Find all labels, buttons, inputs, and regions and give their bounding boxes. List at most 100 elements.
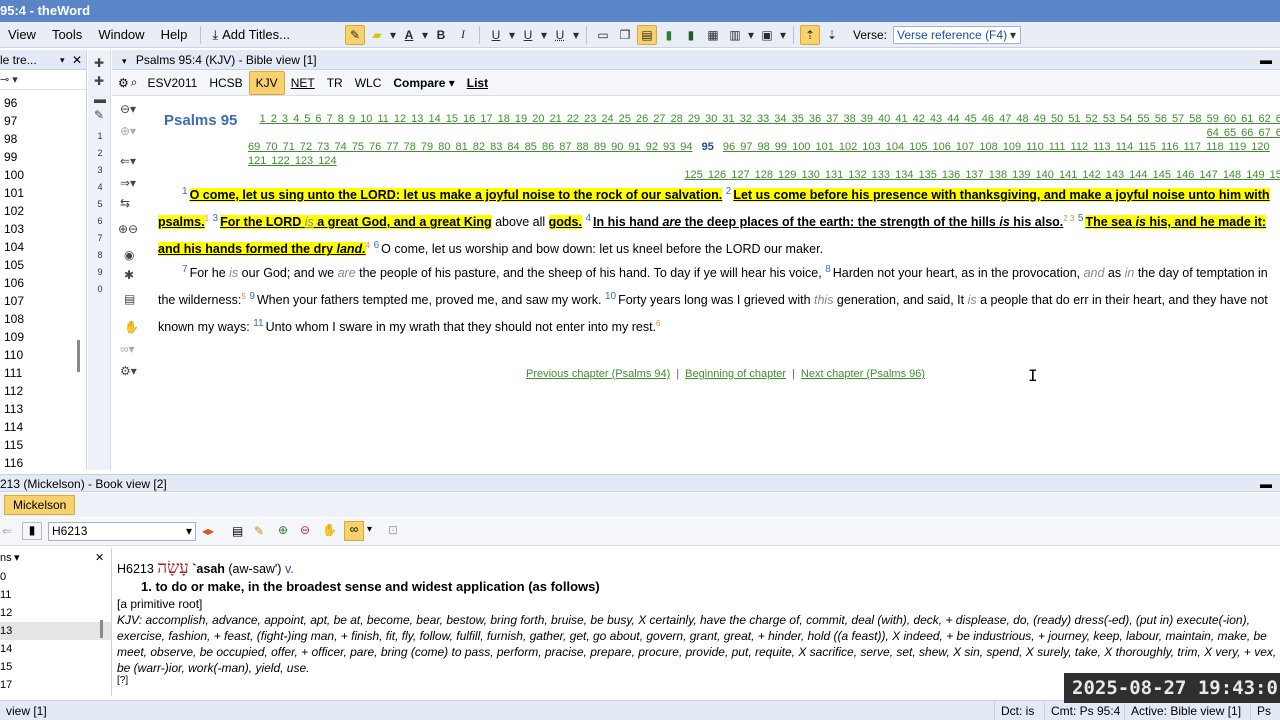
lock-icon[interactable]: ⊡: [388, 523, 398, 537]
verse-number[interactable]: 9: [249, 291, 255, 302]
list-item[interactable]: 17: [0, 676, 111, 694]
next-verse-icon[interactable]: ⇒▾: [120, 176, 136, 190]
asterisk-icon[interactable]: ✱: [124, 268, 134, 282]
tab-compare[interactable]: Compare ▾: [387, 72, 460, 94]
list-item[interactable]: 114: [0, 418, 80, 436]
tab-list[interactable]: List: [461, 72, 494, 94]
verse-reference-select[interactable]: Verse reference (F4): [893, 25, 1022, 44]
back-icon[interactable]: ⇐: [2, 524, 12, 538]
list-item[interactable]: 11: [0, 586, 111, 604]
close-icon[interactable]: ✕: [72, 50, 86, 69]
prev-verse-icon[interactable]: ⇐▾: [120, 154, 136, 168]
menu-tools[interactable]: Tools: [44, 22, 90, 48]
highlighter-icon[interactable]: ▰: [367, 25, 387, 45]
list-item[interactable]: 103: [0, 220, 80, 238]
list-item[interactable]: 99: [0, 148, 80, 166]
tab-net[interactable]: NET: [285, 72, 321, 94]
menu-help[interactable]: Help: [153, 22, 196, 48]
tab-mickelson[interactable]: Mickelson: [4, 495, 76, 515]
list-item[interactable]: 15: [0, 658, 111, 676]
list-item[interactable]: 115: [0, 436, 80, 454]
verse-number[interactable]: 10: [605, 291, 616, 302]
minimize-icon[interactable]: ▾: [60, 50, 72, 69]
verse-number[interactable]: 11: [253, 318, 263, 329]
beginning-of-chapter-link[interactable]: Beginning of chapter: [685, 368, 786, 380]
verse-number[interactable]: 2: [726, 186, 732, 197]
calendar-icon[interactable]: ▦: [703, 25, 723, 45]
verse-number[interactable]: 1: [182, 186, 188, 197]
zoom-in-icon[interactable]: ⊕⊖: [118, 222, 138, 236]
eye-icon[interactable]: ◉: [124, 248, 134, 262]
copy-icon[interactable]: ❐: [615, 25, 635, 45]
list-item[interactable]: 14: [0, 640, 111, 658]
italic-icon[interactable]: I: [453, 25, 473, 45]
list-item[interactable]: 111: [0, 364, 80, 382]
chapter-row-1[interactable]: 1 2 3 4 5 6 7 8 9 10 11 12 13 14 15 16 1…: [248, 112, 1280, 140]
next-chapter-link[interactable]: Next chapter (Psalms 96): [801, 368, 925, 380]
add-titles-button[interactable]: ⤓ Add Titles...: [206, 27, 296, 43]
footnote-marker[interactable]: 2 3: [1063, 214, 1074, 223]
sync-up-icon[interactable]: ⇡: [799, 24, 820, 45]
edit-icon[interactable]: ✎: [254, 524, 264, 538]
prev-next-icon[interactable]: ◂▸: [202, 524, 214, 538]
chevron-down-icon[interactable]: ▾: [421, 25, 429, 45]
notes-icon[interactable]: ▤: [636, 24, 657, 45]
verse-number[interactable]: 3: [213, 213, 219, 224]
brush-icon[interactable]: ✎: [344, 24, 365, 45]
sync-down-icon[interactable]: ⇣: [822, 25, 842, 45]
chevron-down-icon[interactable]: ▾: [508, 25, 516, 45]
settings-icon[interactable]: ⚙▾: [120, 364, 137, 378]
footnote-marker[interactable]: 6: [656, 319, 660, 328]
scrollbar-thumb[interactable]: [100, 620, 103, 638]
chevron-down-icon[interactable]: ▾: [779, 25, 787, 45]
list-item[interactable]: 104: [0, 238, 80, 256]
font-color-icon[interactable]: A: [399, 25, 419, 45]
pencil-icon[interactable]: ✎: [94, 108, 104, 122]
bible-text-area[interactable]: Psalms 95 1 2 3 4 5 6 7 8 9 10 11 12 13 …: [152, 96, 1280, 470]
left-panel-subheader[interactable]: ⊸ ▾: [0, 70, 86, 90]
list-item[interactable]: 108: [0, 310, 80, 328]
list-item[interactable]: 12: [0, 604, 111, 622]
minus-icon[interactable]: ▬: [94, 92, 106, 106]
verse-number[interactable]: 7: [182, 264, 188, 275]
menu-view[interactable]: View: [0, 22, 44, 48]
footnote-marker[interactable]: 4: [366, 241, 370, 250]
tab-wlc[interactable]: WLC: [349, 72, 388, 94]
sync-icon[interactable]: ⇆: [120, 196, 130, 210]
list-item[interactable]: 101: [0, 184, 80, 202]
chevron-down-icon[interactable]: ▾: [389, 25, 397, 45]
book-dark-icon[interactable]: ▮: [681, 25, 701, 45]
search-icon[interactable]: ⌕: [131, 75, 138, 90]
double-underline-icon[interactable]: U: [518, 25, 538, 45]
close-icon[interactable]: ✕: [95, 548, 111, 568]
module-icon[interactable]: ⚙: [118, 76, 129, 90]
lookup-select[interactable]: H6213: [48, 522, 196, 541]
list-item[interactable]: 100: [0, 166, 80, 184]
link-icon[interactable]: ∞: [344, 521, 364, 541]
list-item[interactable]: 96: [0, 94, 80, 112]
chevron-down-icon[interactable]: ▾: [367, 524, 372, 535]
chevron-down-icon[interactable]: ▾: [747, 25, 755, 45]
list-item[interactable]: 107: [0, 292, 80, 310]
minimize-icon[interactable]: ▬: [1260, 475, 1272, 493]
prev-chapter-link[interactable]: Previous chapter (Psalms 94): [526, 368, 670, 380]
footnote-marker[interactable]: 5: [241, 292, 245, 301]
list-item[interactable]: 106: [0, 274, 80, 292]
print-icon[interactable]: ▤: [232, 524, 243, 538]
tab-hcsb[interactable]: HCSB: [203, 72, 248, 94]
entry-qmark[interactable]: [?]: [117, 675, 128, 686]
tab-tr[interactable]: TR: [321, 72, 349, 94]
menu-window[interactable]: Window: [90, 22, 152, 48]
collapse-icon[interactable]: ▾: [122, 56, 127, 66]
list-item[interactable]: 102: [0, 202, 80, 220]
verse-number[interactable]: 6: [374, 240, 380, 251]
book-green-icon[interactable]: ▮: [659, 25, 679, 45]
list-item[interactable]: 112: [0, 382, 80, 400]
tab-kjv[interactable]: KJV: [248, 70, 285, 95]
dotted-underline-icon[interactable]: U: [550, 25, 570, 45]
list-item[interactable]: 0: [0, 568, 111, 586]
list-item[interactable]: 113: [0, 400, 80, 418]
chevron-down-icon[interactable]: ▾: [14, 548, 20, 568]
verse-number[interactable]: 4: [585, 213, 591, 224]
window-layout-icon[interactable]: ▣: [757, 25, 777, 45]
